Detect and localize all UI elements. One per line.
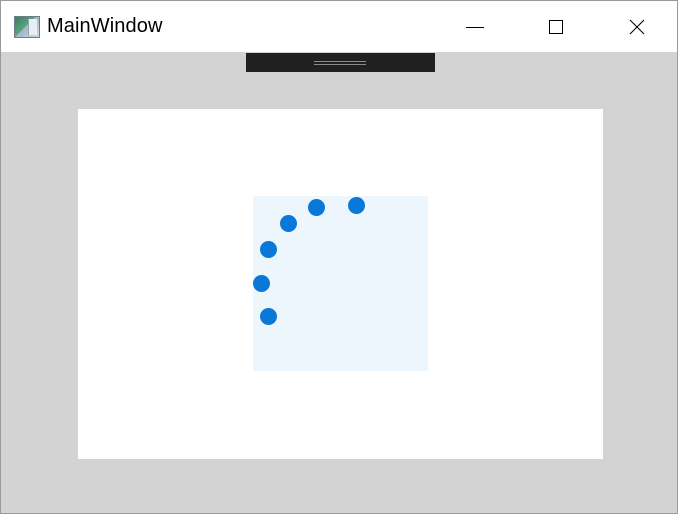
loading-dot [348, 197, 365, 214]
loading-indicator [253, 196, 428, 371]
main-window: MainWindow [0, 0, 678, 514]
window-title: MainWindow [47, 15, 163, 37]
loading-dot [253, 275, 270, 292]
drag-handle[interactable] [246, 53, 435, 72]
close-icon [629, 19, 645, 34]
loading-dot [260, 241, 277, 258]
minimize-icon [466, 26, 484, 28]
loading-dot [308, 199, 325, 216]
app-window-icon [14, 16, 40, 38]
content-canvas [78, 109, 603, 459]
close-button[interactable] [597, 1, 677, 52]
loading-dot [260, 308, 277, 325]
grip-lines-icon [314, 61, 366, 62]
minimize-button[interactable] [435, 1, 515, 52]
title-bar[interactable]: MainWindow [1, 1, 677, 52]
maximize-button[interactable] [516, 1, 596, 52]
loading-dot [280, 215, 297, 232]
maximize-icon [549, 19, 563, 34]
